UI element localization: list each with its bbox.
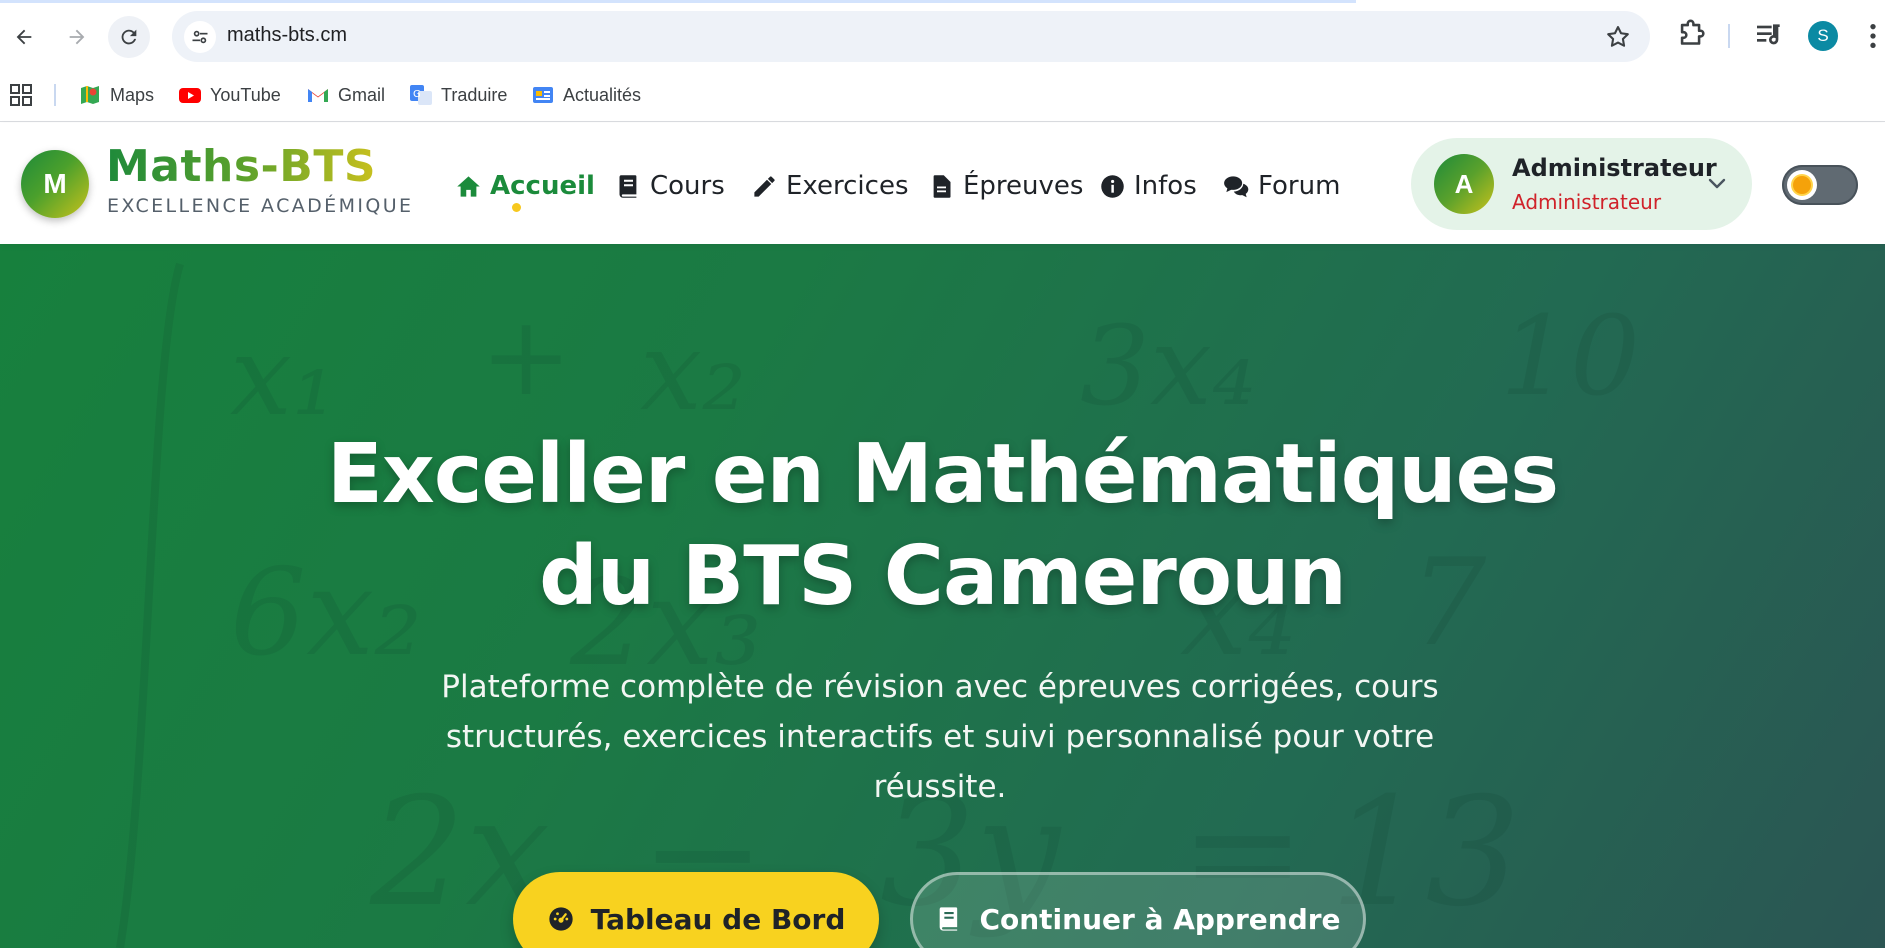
- bookmark-gmail[interactable]: Gmail: [306, 80, 385, 110]
- svg-text:+: +: [480, 292, 572, 420]
- pencil-icon: [754, 175, 775, 197]
- address-bar[interactable]: maths-bts.cm: [172, 11, 1650, 62]
- reload-icon: [121, 29, 137, 45]
- hero-subtitle: Plateforme complète de révision avec épr…: [441, 669, 1439, 805]
- brand-tagline: EXCELLENCE ACADÉMIQUE: [107, 195, 414, 217]
- nav-forum[interactable]: Forum: [1223, 169, 1340, 203]
- svg-text:G: G: [413, 89, 421, 100]
- user-name: Administrateur: [1512, 154, 1717, 182]
- browser-toolbar: maths-bts.cm S: [0, 0, 1885, 74]
- bookmarks-bar: Maps YouTube Gmail G Traduire Actualités: [0, 74, 1885, 122]
- url-text[interactable]: maths-bts.cm: [227, 24, 347, 47]
- theme-toggle[interactable]: [1782, 165, 1858, 205]
- user-role: Administrateur: [1512, 190, 1662, 214]
- reload-button[interactable]: [108, 16, 150, 58]
- media-controls-icon[interactable]: [1753, 19, 1785, 51]
- maps-icon: [81, 86, 99, 104]
- profile-avatar[interactable]: S: [1808, 21, 1838, 51]
- gmail-icon: [308, 89, 328, 102]
- document-icon: [933, 174, 951, 198]
- home-icon: [457, 175, 480, 197]
- sun-icon: [1793, 176, 1811, 194]
- toolbar-separator: [1728, 24, 1730, 48]
- back-button[interactable]: [3, 16, 45, 58]
- bookmark-maps[interactable]: Maps: [78, 80, 154, 110]
- translate-icon: G: [410, 85, 432, 105]
- hero-title: Exceller en Mathématiques du BTS Camerou…: [326, 427, 1559, 624]
- comments-icon: [1224, 175, 1249, 197]
- continue-learning-button[interactable]: Continuer à Apprendre: [910, 872, 1366, 948]
- bookmark-translate[interactable]: G Traduire: [409, 80, 507, 110]
- bookmarks-separator: [54, 84, 56, 106]
- youtube-icon: [179, 88, 201, 103]
- svg-text:10: 10: [1500, 292, 1640, 420]
- site-settings-icon[interactable]: [184, 21, 216, 53]
- arrow-left-icon: [16, 29, 32, 45]
- chevron-down-icon: [1708, 178, 1726, 189]
- tachometer-icon: [548, 907, 573, 931]
- user-menu[interactable]: A Administrateur Administrateur: [1411, 138, 1752, 230]
- hero-section: x₁ + x₂ 3x₄ 10 6x₂ 2x₃ x₄ 7 2x − 3y = 13…: [0, 244, 1885, 948]
- info-icon: [1101, 174, 1124, 198]
- svg-text:x₁: x₁: [230, 312, 336, 440]
- toggle-knob: [1787, 170, 1817, 200]
- forward-button[interactable]: [56, 16, 98, 58]
- tune-icon: [192, 30, 208, 44]
- nav-exercices[interactable]: Exercices: [751, 169, 908, 203]
- book-icon: [619, 174, 637, 198]
- nav-epreuves[interactable]: Épreuves: [928, 169, 1083, 203]
- bookmark-star-icon[interactable]: [1604, 23, 1632, 51]
- user-avatar: A: [1434, 154, 1494, 214]
- arrow-right-icon: [69, 29, 85, 45]
- svg-text:x₂: x₂: [640, 307, 746, 435]
- bookmark-news[interactable]: Actualités: [531, 80, 641, 110]
- site-header: M Maths-BTS EXCELLENCE ACADÉMIQUE Accuei…: [0, 123, 1885, 244]
- nav-accueil[interactable]: Accueil: [455, 169, 595, 203]
- bookmark-youtube[interactable]: YouTube: [178, 80, 281, 110]
- book-icon: [940, 907, 958, 931]
- dashboard-button[interactable]: Tableau de Bord: [513, 872, 879, 948]
- site-logo[interactable]: M: [21, 150, 89, 218]
- nav-infos[interactable]: Infos: [1099, 169, 1197, 203]
- news-icon: [533, 87, 553, 103]
- more-menu-icon[interactable]: [1866, 20, 1880, 52]
- extensions-icon[interactable]: [1675, 18, 1709, 52]
- svg-text:3x₄: 3x₄: [1080, 302, 1256, 430]
- nav-cours[interactable]: Cours: [615, 169, 725, 203]
- brand-name[interactable]: Maths-BTS: [106, 142, 376, 191]
- active-indicator: [512, 203, 521, 212]
- apps-grid-icon[interactable]: [9, 83, 33, 107]
- loading-bar: [0, 0, 1356, 3]
